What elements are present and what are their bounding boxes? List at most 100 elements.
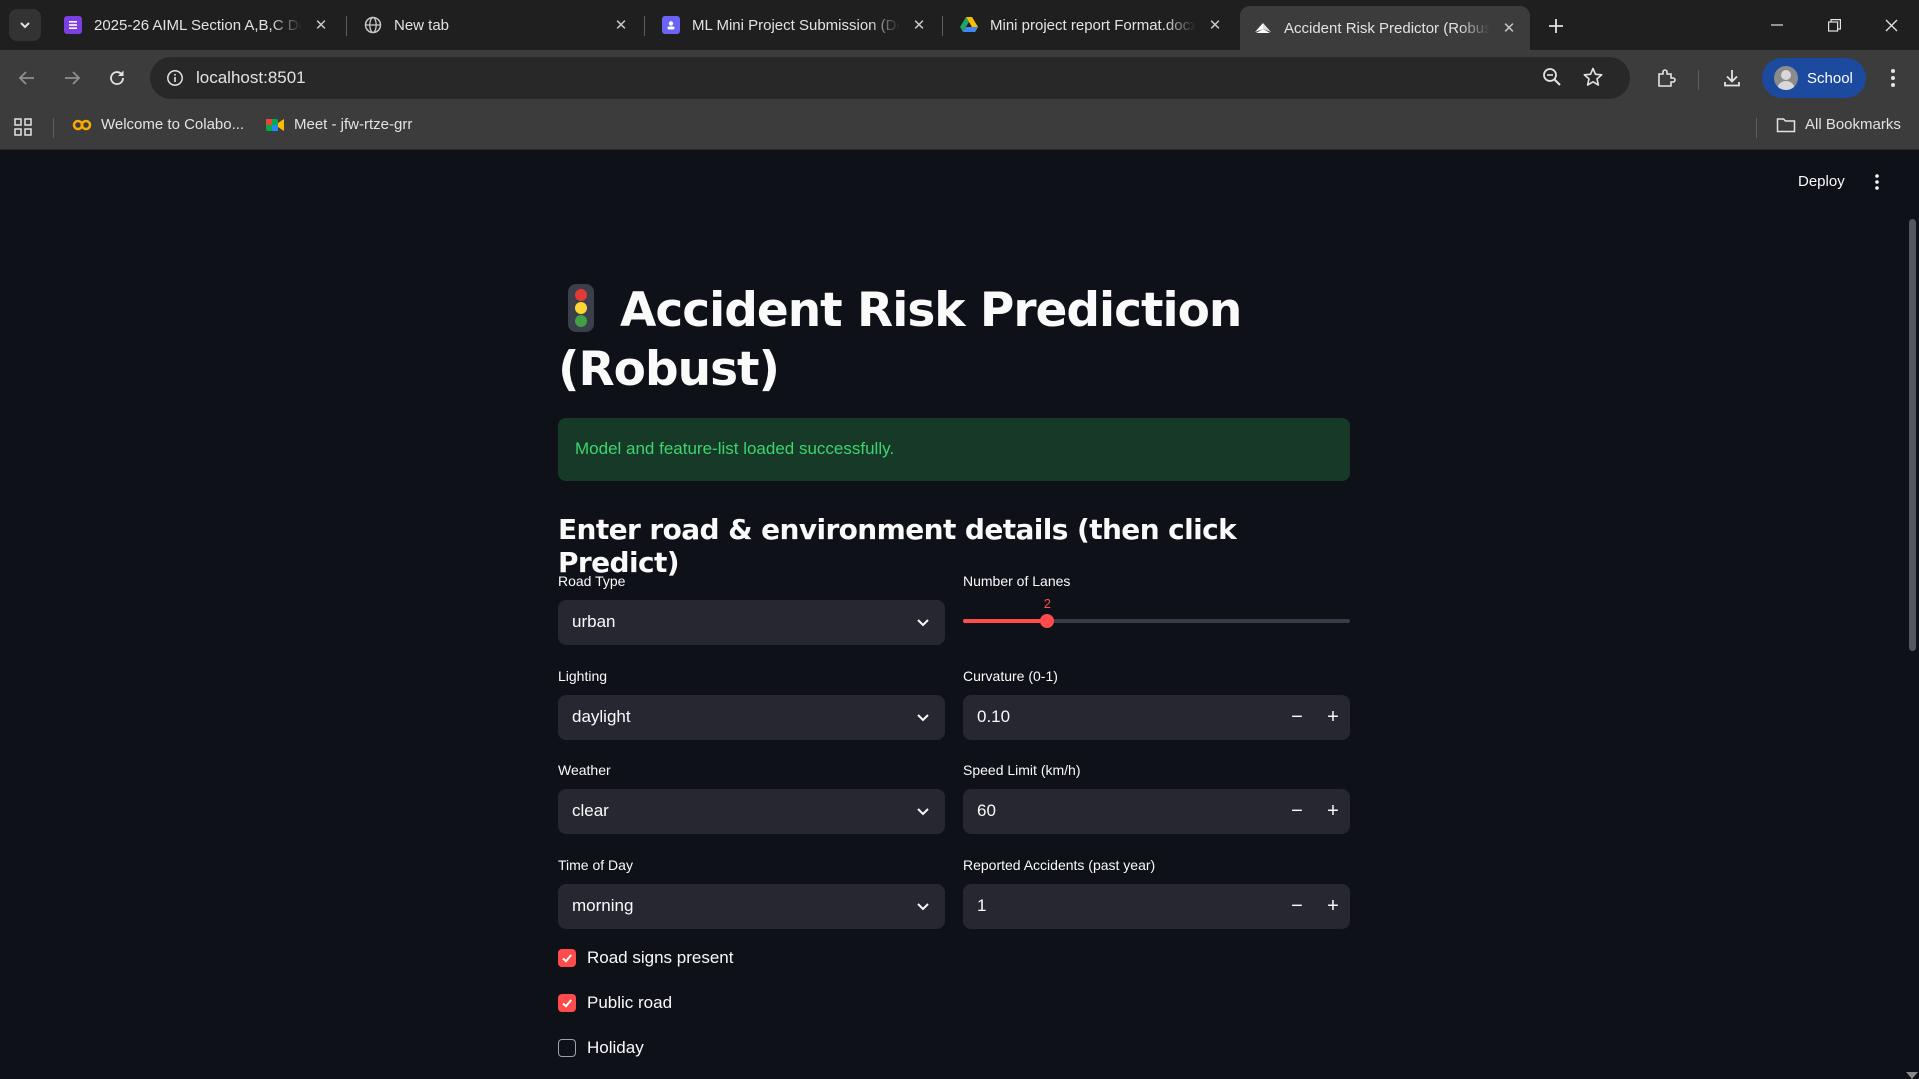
speed-limit-value: 60 [977, 801, 996, 820]
browser-menu-button[interactable] [1877, 62, 1909, 94]
road-type-value: urban [572, 612, 616, 631]
chevron-down-icon [20, 22, 30, 29]
bookmarks-bar: Welcome to Colabo... Meet - jfw-rtze-grr… [0, 106, 1919, 150]
more-vertical-icon [1875, 174, 1879, 190]
lanes-label: Number of Lanes [963, 573, 1071, 589]
speed-limit-label: Speed Limit (km/h) [963, 762, 1081, 778]
apps-grid-icon [14, 118, 32, 136]
curvature-value: 0.10 [977, 707, 1011, 726]
chevron-down-icon [915, 803, 931, 824]
time-of-day-select[interactable]: morning [558, 884, 945, 929]
downloads-button[interactable] [1716, 62, 1748, 94]
tab-separator [346, 16, 347, 36]
globe-icon [364, 16, 382, 34]
all-bookmarks-label: All Bookmarks [1805, 116, 1901, 133]
apps-button[interactable] [14, 118, 32, 136]
tab-new-tab[interactable]: New tab ✕ [350, 6, 642, 44]
traffic-light-icon [568, 284, 594, 332]
lighting-label: Lighting [558, 668, 608, 684]
decrement-button[interactable]: − [1281, 884, 1313, 929]
bookmark-separator [1756, 118, 1757, 138]
tab-title: New tab [394, 16, 450, 34]
reload-icon [110, 70, 124, 85]
streamlit-icon [1254, 19, 1272, 37]
new-tab-button[interactable] [1540, 10, 1572, 42]
chevron-down-icon [915, 614, 931, 635]
chevron-down-icon [915, 898, 931, 919]
weather-value: clear [572, 801, 609, 820]
weather-label: Weather [558, 762, 611, 778]
weather-select[interactable]: clear [558, 789, 945, 834]
streamlit-app: Deploy Accident Risk Prediction (Robust)… [0, 151, 1919, 1079]
tab-title: Mini project report Format.docx [990, 16, 1196, 34]
tab-accident-risk-predictor[interactable]: Accident Risk Predictor (Robust) ✕ [1240, 6, 1530, 50]
more-vertical-icon [1891, 69, 1895, 87]
public-road-checkbox[interactable]: Public road [558, 993, 672, 1013]
address-bar[interactable]: localhost:8501 [150, 57, 1630, 99]
close-icon[interactable]: ✕ [1500, 19, 1518, 37]
browser-tab-strip: 2025-26 AIML Section A,B,C Details ✕ New… [0, 0, 1919, 50]
increment-button[interactable]: + [1317, 695, 1349, 740]
extensions-button[interactable] [1650, 62, 1682, 94]
time-of-day-value: morning [572, 896, 634, 915]
bookmark-separator [53, 118, 54, 138]
lighting-select[interactable]: daylight [558, 695, 945, 740]
zoom-icon[interactable] [1542, 67, 1562, 92]
close-icon[interactable]: ✕ [312, 16, 330, 34]
minimize-button[interactable] [1748, 0, 1806, 50]
reload-button[interactable] [101, 62, 133, 94]
bookmark-colab[interactable]: Welcome to Colabo... [72, 116, 244, 133]
holiday-checkbox[interactable]: Holiday [558, 1038, 644, 1058]
bookmark-star-icon[interactable] [1583, 67, 1603, 92]
forms-icon [64, 16, 82, 34]
back-button[interactable] [11, 62, 43, 94]
restore-icon [1827, 18, 1841, 32]
tab-title: ML Mini Project Submission (Details) [692, 16, 900, 34]
classroom-icon [662, 16, 680, 34]
road-type-select[interactable]: urban [558, 600, 945, 645]
lanes-slider[interactable]: 2 [963, 596, 1350, 635]
meet-icon [265, 117, 285, 133]
minimize-icon [1771, 24, 1783, 26]
all-bookmarks-button[interactable]: All Bookmarks [1776, 116, 1901, 133]
profile-button[interactable]: School [1762, 58, 1866, 98]
checkbox-box[interactable] [558, 1039, 576, 1057]
close-icon[interactable]: ✕ [910, 16, 928, 34]
site-info-icon[interactable] [160, 63, 190, 93]
tab-report-format[interactable]: Mini project report Format.docx ✕ [946, 6, 1236, 44]
close-icon [1885, 19, 1897, 31]
curvature-input[interactable]: 0.10 − + [963, 695, 1350, 740]
app-menu-button[interactable] [1874, 173, 1880, 196]
decrement-button[interactable]: − [1281, 695, 1313, 740]
bookmark-meet[interactable]: Meet - jfw-rtze-grr [265, 116, 412, 133]
curvature-label: Curvature (0-1) [963, 668, 1058, 684]
scroll-down-arrow[interactable] [1906, 1072, 1918, 1079]
folder-icon [1776, 117, 1796, 133]
reported-accidents-input[interactable]: 1 − + [963, 884, 1350, 929]
forward-button[interactable] [56, 62, 88, 94]
tab-aiml-details[interactable]: 2025-26 AIML Section A,B,C Details ✕ [50, 6, 342, 44]
checkbox-box[interactable] [558, 949, 576, 967]
download-icon [1724, 70, 1740, 87]
close-icon[interactable]: ✕ [1206, 16, 1224, 34]
increment-button[interactable]: + [1317, 884, 1349, 929]
toolbar-divider [1698, 70, 1699, 90]
decrement-button[interactable]: − [1281, 789, 1313, 834]
speed-limit-input[interactable]: 60 − + [963, 789, 1350, 834]
slider-thumb[interactable] [1040, 614, 1055, 628]
puzzle-icon [1658, 69, 1676, 87]
section-heading: Enter road & environment details (then c… [558, 513, 1237, 579]
increment-button[interactable]: + [1317, 789, 1349, 834]
close-icon[interactable]: ✕ [612, 16, 630, 34]
reported-accidents-label: Reported Accidents (past year) [963, 857, 1156, 873]
slider-fill [963, 619, 1048, 623]
checkbox-box[interactable] [558, 994, 576, 1012]
tab-separator [644, 16, 645, 36]
restore-button[interactable] [1805, 0, 1863, 50]
tab-search-button[interactable] [9, 9, 41, 41]
deploy-button[interactable]: Deploy [1798, 173, 1845, 190]
close-window-button[interactable] [1862, 0, 1919, 50]
tab-ml-mini-project[interactable]: ML Mini Project Submission (Details) ✕ [648, 6, 940, 44]
road-signs-checkbox[interactable]: Road signs present [558, 948, 733, 968]
scrollbar-thumb[interactable] [1909, 219, 1916, 651]
